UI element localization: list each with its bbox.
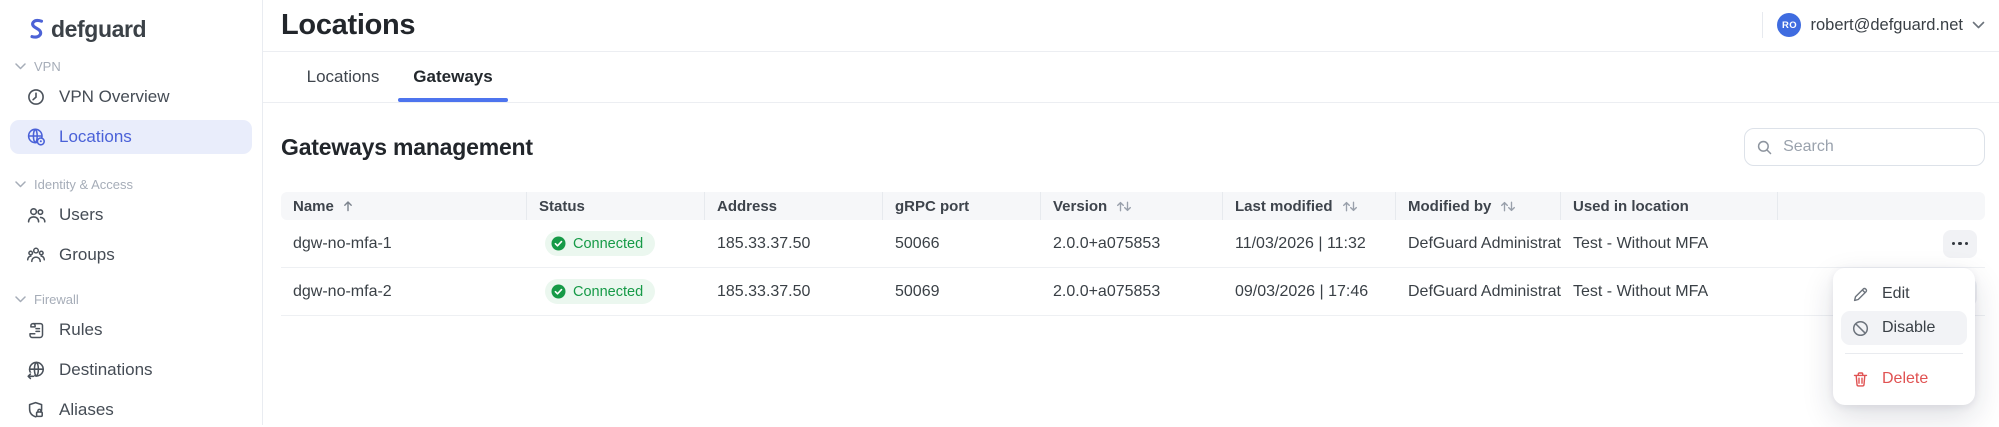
- cell-modified-by: DefGuard Administrat…: [1408, 234, 1561, 252]
- column-header-last-modified[interactable]: Last modified: [1223, 192, 1396, 220]
- brand-wordmark: defguard: [51, 16, 147, 42]
- sidebar-item-users[interactable]: Users: [10, 198, 252, 232]
- logo-row: defguard: [0, 0, 262, 46]
- groups-icon: [26, 245, 46, 265]
- cell-name: dgw-no-mfa-2: [293, 282, 392, 300]
- table-row: dgw-no-mfa-2 Connected 185.33.37.50 5006…: [281, 268, 1985, 316]
- page-title: Locations: [281, 9, 416, 41]
- chevron-down-icon: [1972, 21, 1985, 29]
- cell-status: Connected: [527, 231, 705, 256]
- cell-used-in-location: Test - Without MFA: [1573, 234, 1709, 252]
- column-header-used-in-location: Used in location: [1561, 192, 1778, 220]
- pencil-icon: [1853, 287, 1868, 301]
- chevron-down-icon: [15, 62, 26, 69]
- cell-version: 2.0.0+a075853: [1053, 234, 1161, 252]
- defguard-logo-icon: [26, 17, 47, 43]
- row-context-menu: Edit Disable Delete: [1833, 268, 1975, 405]
- cell-last-modified: 09/03/2026 | 17:46: [1235, 282, 1369, 300]
- users-icon: [26, 205, 46, 225]
- prohibit-icon: [1852, 320, 1869, 336]
- main-content: Locations RO robert@defguard.net Locatio…: [263, 0, 1999, 425]
- row-actions-button[interactable]: [1943, 229, 1977, 258]
- chevron-down-icon: [15, 180, 26, 187]
- gateways-panel: Gateways management Name Status A: [263, 103, 1999, 316]
- title-bar: Locations RO robert@defguard.net: [263, 0, 1999, 52]
- column-header-modified-by[interactable]: Modified by: [1396, 192, 1561, 220]
- cell-grpc-port: 50066: [895, 234, 940, 252]
- shield-lock-icon: [26, 400, 46, 420]
- table-header-row: Name Status Address gRPC port Version La…: [281, 192, 1985, 220]
- cell-last-modified: 11/03/2026 | 11:32: [1235, 234, 1366, 252]
- tab-bar: Locations Gateways: [263, 52, 1999, 103]
- trash-icon: [1853, 371, 1868, 387]
- cell-name: dgw-no-mfa-1: [293, 234, 392, 252]
- column-header-address: Address: [705, 192, 883, 220]
- menu-item-disable[interactable]: Disable: [1841, 311, 1967, 345]
- sidebar-section-identity[interactable]: Identity & Access: [0, 176, 262, 192]
- column-header-grpc-port: gRPC port: [883, 192, 1041, 220]
- sidebar-section-vpn[interactable]: VPN: [0, 58, 262, 74]
- column-header-version[interactable]: Version: [1041, 192, 1223, 220]
- sort-both-icon: [1342, 201, 1357, 211]
- hamburger-menu-icon[interactable]: [240, 27, 242, 33]
- user-menu[interactable]: RO robert@defguard.net: [1762, 8, 1985, 42]
- cell-address: 185.33.37.50: [717, 234, 811, 252]
- column-header-actions: [1778, 192, 1985, 220]
- status-badge: Connected: [545, 279, 656, 304]
- sidebar-item-destinations[interactable]: Destinations: [10, 353, 252, 387]
- sort-both-icon: [1117, 201, 1132, 211]
- check-circle-icon: [551, 236, 566, 251]
- cell-grpc-port: 50069: [895, 282, 940, 300]
- scroll-icon: [26, 320, 46, 340]
- sidebar: defguard VPN VPN Overview Locations Iden…: [0, 0, 263, 425]
- avatar: RO: [1777, 13, 1802, 37]
- column-header-name[interactable]: Name: [281, 192, 527, 220]
- sidebar-section-firewall[interactable]: Firewall: [0, 291, 262, 307]
- cell-used-in-location: Test - Without MFA: [1573, 282, 1709, 300]
- section-heading: Gateways management: [281, 133, 533, 160]
- table-row: dgw-no-mfa-1 Connected 185.33.37.50 5006…: [281, 220, 1985, 268]
- check-circle-icon: [551, 284, 566, 299]
- search-icon: [1757, 140, 1772, 154]
- sort-both-icon: [1501, 201, 1516, 211]
- cell-actions: [1778, 229, 1985, 258]
- cell-address: 185.33.37.50: [717, 282, 811, 300]
- globe-pin-icon: [26, 127, 46, 147]
- divider: [1845, 353, 1963, 354]
- sidebar-item-vpn-overview[interactable]: VPN Overview: [10, 80, 252, 114]
- column-header-status: Status: [527, 192, 705, 220]
- sort-asc-icon: [343, 201, 352, 212]
- cell-modified-by: DefGuard Administrat…: [1408, 282, 1561, 300]
- clock-icon: [26, 87, 46, 107]
- divider: [1762, 12, 1764, 38]
- sidebar-item-rules[interactable]: Rules: [10, 313, 252, 347]
- status-badge: Connected: [545, 231, 656, 256]
- search-box: [1744, 128, 1985, 166]
- globe-arrow-icon: [26, 360, 46, 380]
- sidebar-item-aliases[interactable]: Aliases: [10, 393, 252, 427]
- menu-item-delete[interactable]: Delete: [1841, 362, 1967, 396]
- tab-gateways[interactable]: Gateways: [398, 52, 508, 102]
- chevron-down-icon: [15, 295, 26, 302]
- tab-locations[interactable]: Locations: [288, 52, 398, 102]
- sidebar-item-locations[interactable]: Locations: [10, 120, 252, 154]
- cell-version: 2.0.0+a075853: [1053, 282, 1161, 300]
- cell-status: Connected: [527, 279, 705, 304]
- sidebar-item-groups[interactable]: Groups: [10, 238, 252, 272]
- user-email: robert@defguard.net: [1810, 15, 1963, 34]
- search-input[interactable]: [1781, 137, 1972, 157]
- gateways-table: Name Status Address gRPC port Version La…: [281, 192, 1985, 316]
- menu-item-edit[interactable]: Edit: [1841, 277, 1967, 311]
